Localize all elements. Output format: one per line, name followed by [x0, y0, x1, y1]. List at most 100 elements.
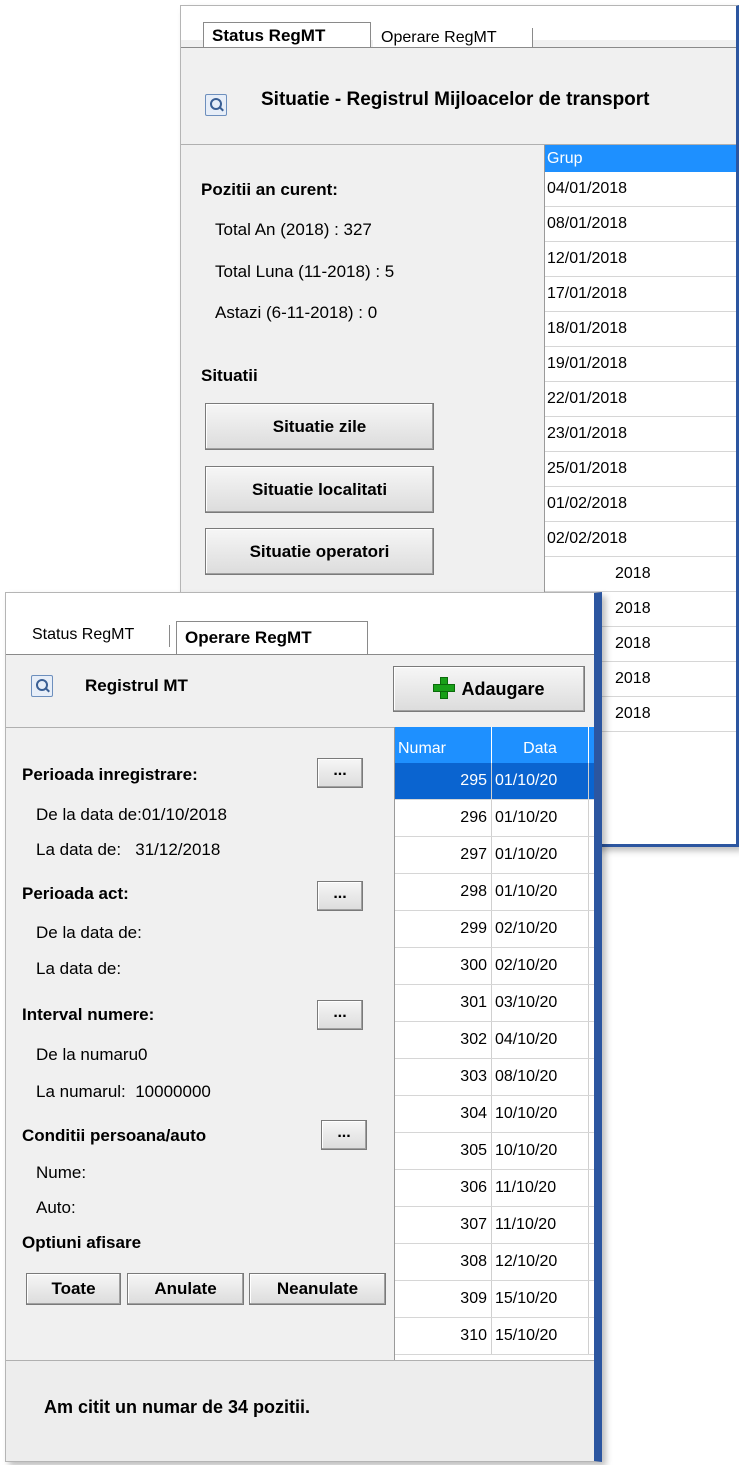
table-row[interactable]: 297 01/10/20: [395, 837, 594, 874]
conditii-label: Conditii persoana/auto: [22, 1126, 207, 1145]
cell-data: 08/10/20: [492, 1059, 589, 1095]
table-row[interactable]: 306 11/10/20: [395, 1170, 594, 1207]
optiuni-afisare-label: Optiuni afisare: [22, 1233, 142, 1252]
registration-to-date: La data de: 31/12/2018: [36, 840, 221, 859]
table-row[interactable]: 303 08/10/20: [395, 1059, 594, 1096]
total-month-label: Total Luna (11-2018) : 5: [215, 262, 395, 281]
table-row[interactable]: 08/01/2018: [545, 207, 736, 242]
cell-numar: 300: [395, 948, 492, 984]
tab-status-regmt[interactable]: Status RegMT: [203, 22, 371, 48]
cell-numar: 308: [395, 1244, 492, 1280]
plus-icon: [433, 677, 456, 699]
interval-numere-label: Interval numere:: [22, 1005, 155, 1024]
tab-bar: Status RegMT Operare RegMT: [6, 593, 594, 655]
number-from: De la numaru0: [36, 1045, 148, 1064]
table-row[interactable]: 307 11/10/20: [395, 1207, 594, 1244]
table-row[interactable]: 304 10/10/20: [395, 1096, 594, 1133]
perioada-act-button[interactable]: ...: [317, 881, 363, 911]
number-to: La numarul: 10000000: [36, 1082, 211, 1101]
table-row[interactable]: 25/01/2018: [545, 452, 736, 487]
tab-operare-regmt[interactable]: Operare RegMT: [176, 621, 368, 655]
status-bar: Am citit un numar de 34 pozitii.: [6, 1360, 594, 1461]
table-row[interactable]: 19/01/2018: [545, 347, 736, 382]
cell-numar: 304: [395, 1096, 492, 1132]
cell-data: 01/10/20: [492, 874, 589, 910]
cell-numar: 295: [395, 763, 492, 799]
status-text: Am citit un numar de 34 pozitii.: [44, 1397, 311, 1417]
add-button-label: Adaugare: [461, 679, 545, 699]
table-row[interactable]: 301 03/10/20: [395, 985, 594, 1022]
cell-data: 01/10/20: [492, 800, 589, 836]
act-from-date: De la data de:: [36, 923, 142, 942]
auto-label: Auto:: [36, 1198, 76, 1217]
cell-data: 12/10/20: [492, 1244, 589, 1280]
table-row[interactable]: 310 15/10/20: [395, 1318, 594, 1355]
perioada-act-label: Perioada act:: [22, 884, 129, 903]
table-row[interactable]: 298 01/10/20: [395, 874, 594, 911]
tab-bar: Status RegMT Operare RegMT: [181, 6, 736, 50]
act-to-date: La data de:: [36, 959, 122, 978]
conditii-button[interactable]: ...: [321, 1120, 367, 1150]
grid-header-data[interactable]: Data: [492, 727, 589, 763]
cell-data: 04/10/20: [492, 1022, 589, 1058]
cell-numar: 298: [395, 874, 492, 910]
cell-data: 10/10/20: [492, 1096, 589, 1132]
cell-numar: 303: [395, 1059, 492, 1095]
perioada-inregistrare-label: Perioada inregistrare:: [22, 765, 198, 784]
table-row[interactable]: 2018: [545, 557, 736, 592]
table-row[interactable]: 309 15/10/20: [395, 1281, 594, 1318]
perioada-inregistrare-button[interactable]: ...: [317, 758, 363, 788]
cell-numar: 302: [395, 1022, 492, 1058]
table-row[interactable]: 23/01/2018: [545, 417, 736, 452]
add-button[interactable]: Adaugare: [393, 666, 585, 712]
table-row[interactable]: 02/02/2018: [545, 522, 736, 557]
table-row[interactable]: 22/01/2018: [545, 382, 736, 417]
neanulate-button[interactable]: Neanulate: [249, 1273, 386, 1305]
interval-numere-button[interactable]: ...: [317, 1000, 363, 1030]
total-year-label: Total An (2018) : 327: [215, 220, 372, 239]
section-title-positions: Pozitii an curent:: [201, 180, 338, 199]
table-row[interactable]: 300 02/10/20: [395, 948, 594, 985]
table-row[interactable]: 305 10/10/20: [395, 1133, 594, 1170]
table-row[interactable]: 01/02/2018: [545, 487, 736, 522]
table-row[interactable]: 308 12/10/20: [395, 1244, 594, 1281]
cell-data: 01/10/20: [492, 837, 589, 873]
registry-grid: Numar Data 295 01/10/20 296 01/10/20 297 01/1…: [394, 727, 594, 1361]
table-row[interactable]: 04/01/2018: [545, 172, 736, 207]
table-row[interactable]: 299 02/10/20: [395, 911, 594, 948]
cell-data: 01/10/20: [492, 763, 589, 799]
situatie-localitati-button[interactable]: Situatie localitati: [205, 466, 434, 513]
table-row[interactable]: 296 01/10/20: [395, 800, 594, 837]
magnifier-icon: [31, 675, 53, 697]
magnifier-icon: [205, 94, 227, 116]
situatie-zile-button[interactable]: Situatie zile: [205, 403, 434, 450]
situatie-operatori-button[interactable]: Situatie operatori: [205, 528, 434, 575]
today-label: Astazi (6-11-2018) : 0: [215, 303, 378, 322]
anulate-button[interactable]: Anulate: [127, 1273, 244, 1305]
grid-header-grup[interactable]: Grup: [545, 145, 736, 172]
cell-numar: 297: [395, 837, 492, 873]
tab-status-regmt[interactable]: Status RegMT: [6, 625, 170, 647]
cell-numar: 305: [395, 1133, 492, 1169]
table-row[interactable]: 18/01/2018: [545, 312, 736, 347]
table-row[interactable]: 302 04/10/20: [395, 1022, 594, 1059]
page-title: Registrul MT: [85, 676, 188, 695]
cell-data: 15/10/20: [492, 1281, 589, 1317]
cell-data: 02/10/20: [492, 911, 589, 947]
cell-numar: 307: [395, 1207, 492, 1243]
cell-data: 15/10/20: [492, 1318, 589, 1354]
cell-numar: 299: [395, 911, 492, 947]
table-row[interactable]: 17/01/2018: [545, 277, 736, 312]
section-title-reports: Situatii: [201, 366, 258, 385]
table-row[interactable]: 12/01/2018: [545, 242, 736, 277]
cell-data: 03/10/20: [492, 985, 589, 1021]
cell-numar: 306: [395, 1170, 492, 1206]
grid-header: Numar Data: [395, 727, 594, 763]
registration-from-date: De la data de:01/10/2018: [36, 805, 227, 824]
cell-numar: 296: [395, 800, 492, 836]
cell-numar: 309: [395, 1281, 492, 1317]
toate-button[interactable]: Toate: [26, 1273, 121, 1305]
grid-header-numar[interactable]: Numar: [395, 727, 492, 763]
cell-numar: 310: [395, 1318, 492, 1354]
table-row[interactable]: 295 01/10/20: [395, 763, 594, 800]
